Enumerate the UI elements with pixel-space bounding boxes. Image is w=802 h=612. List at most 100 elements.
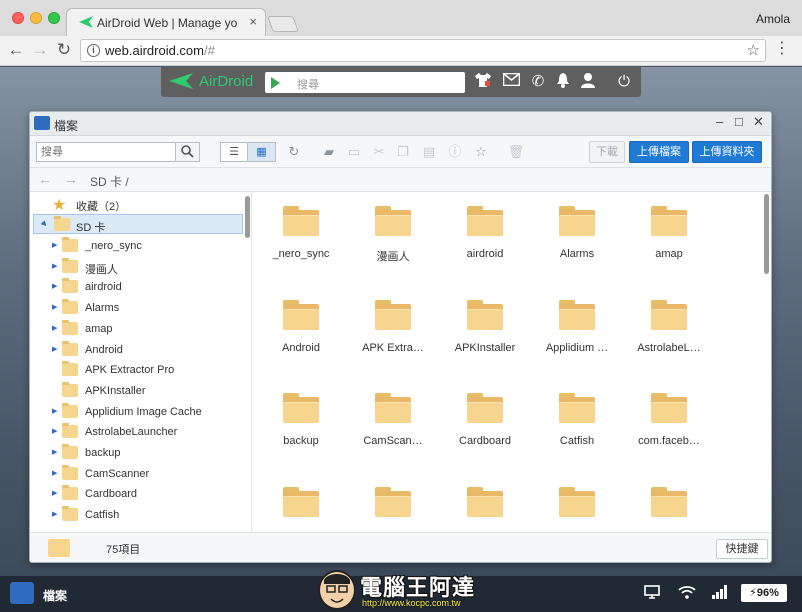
folder-item[interactable]: com.faceb… [623,379,715,459]
folder-item[interactable] [623,473,715,533]
expand-arrow-icon[interactable]: ▶ [52,241,57,249]
upload-file-button[interactable]: 上傳檔案 [629,141,689,163]
folder-item[interactable]: Cardboard [439,379,531,459]
rename-icon[interactable]: ▭ [345,143,363,161]
collapse-arrow-icon[interactable]: ▶ [40,219,49,229]
sidebar-folder-item[interactable]: ▶ Alarms [30,298,250,318]
minimize-window-button[interactable] [30,12,42,24]
sidebar-folder-item[interactable]: APK Extractor Pro [30,360,250,380]
app-search-input[interactable]: 搜尋 [265,72,465,93]
address-bar[interactable]: i web.airdroid.com/# ☆ [80,39,766,62]
sidebar-folder-item[interactable]: ▶ Applidium Image Cache [30,402,250,422]
cut-icon[interactable]: ✂ [370,143,388,161]
bell-icon[interactable] [554,73,572,93]
folder-item[interactable] [347,473,439,533]
signal-icon [712,585,728,602]
back-icon[interactable]: ← [6,40,26,60]
search-icon[interactable] [175,143,199,161]
expand-arrow-icon[interactable]: ▶ [52,427,57,435]
info-icon[interactable]: i [87,44,100,57]
reload-icon[interactable]: ↻ [54,40,74,60]
files-taskbar-icon[interactable] [10,582,34,604]
sidebar-folder-item[interactable]: APKInstaller [30,381,250,401]
folder-item[interactable]: APK Extra… [347,286,439,366]
delete-icon[interactable]: 🗑 [507,143,525,161]
minimize-icon[interactable]: – [716,114,723,129]
favorite-star-icon[interactable]: ☆ [472,143,490,161]
menu-icon[interactable]: ⋮ [774,41,790,57]
folder-item[interactable]: airdroid [439,192,531,272]
refresh-icon[interactable]: ↻ [285,143,303,161]
tab-close-icon[interactable]: × [249,14,257,29]
sidebar-folder-item[interactable]: ▶ backup [30,443,250,463]
list-view-icon[interactable]: ☰ [221,143,248,161]
upload-folder-button[interactable]: 上傳資料夾 [692,141,762,163]
grid-scrollbar[interactable] [764,194,769,274]
folder-item[interactable]: CamScan… [347,379,439,459]
sidebar-folder-item[interactable]: ▶ 漫画人 [30,257,250,277]
sidebar-folder-item[interactable]: ▶ _nero_sync [30,236,250,256]
profile-name[interactable]: Amola [756,12,790,26]
folder-item[interactable]: amap [623,192,715,272]
file-manager-titlebar[interactable]: 檔案 – □ ✕ [30,112,771,136]
close-window-button[interactable] [12,12,24,24]
info-circle-icon[interactable]: ⓘ [446,143,464,161]
folder-item[interactable]: AstrolabeL… [623,286,715,366]
copy-icon[interactable]: ❐ [394,143,412,161]
sidebar-folder-item[interactable]: ▶ Android [30,340,250,360]
folder-item[interactable]: APKInstaller [439,286,531,366]
close-icon[interactable]: ✕ [753,114,764,130]
expand-arrow-icon[interactable]: ▶ [52,345,57,353]
sidebar-folder-item[interactable]: ▶ AstrolabeLauncher [30,422,250,442]
sidebar-scrollbar[interactable] [245,196,250,238]
folder-item[interactable]: _nero_sync [255,192,347,272]
folder-item[interactable]: Alarms [531,192,623,272]
folder-item[interactable] [531,473,623,533]
file-search-input[interactable] [37,143,173,161]
expand-arrow-icon[interactable]: ▶ [52,324,57,332]
mail-icon[interactable] [502,72,520,91]
folder-item[interactable]: Android [255,286,347,366]
screen-icon[interactable] [644,585,660,602]
tree-sd-card[interactable]: ▶ SD 卡 [33,214,243,234]
bookmark-star-icon[interactable]: ☆ [747,41,760,59]
expand-arrow-icon[interactable]: ▶ [52,510,57,518]
new-tab-button[interactable] [267,16,299,32]
tree-favorites[interactable]: ★ 收藏（2） [30,194,250,214]
forward-icon[interactable]: → [30,40,50,60]
expand-arrow-icon[interactable]: ▶ [52,282,57,290]
expand-arrow-icon[interactable]: ▶ [52,469,57,477]
expand-arrow-icon[interactable]: ▶ [52,448,57,456]
folder-item[interactable]: 漫画人 [347,192,439,272]
expand-arrow-icon[interactable]: ▶ [52,262,57,270]
paste-icon[interactable]: ▤ [420,143,438,161]
sidebar-folder-item[interactable]: ▶ Catfish [30,505,250,525]
folder-item[interactable] [439,473,531,533]
folder-item[interactable]: Catfish [531,379,623,459]
expand-arrow-icon[interactable]: ▶ [52,303,57,311]
maximize-window-button[interactable] [48,12,60,24]
taskbar-app-label[interactable]: 檔案 [43,587,67,604]
tshirt-icon[interactable] [474,73,492,92]
browser-tab[interactable]: AirDroid Web | Manage your p × [66,8,266,36]
new-folder-icon[interactable]: ▰ [320,143,338,161]
expand-arrow-icon[interactable]: ▶ [52,489,57,497]
maximize-icon[interactable]: □ [735,114,743,129]
sidebar-folder-item[interactable]: ▶ airdroid [30,277,250,297]
phone-icon[interactable]: ✆ [529,73,547,91]
sidebar-folder-item[interactable]: ▶ amap [30,319,250,339]
sidebar-folder-item[interactable]: ▶ Cardboard [30,484,250,504]
download-button[interactable]: 下載 [589,141,625,163]
expand-arrow-icon[interactable]: ▶ [52,407,57,415]
path-back-icon[interactable]: ← [38,171,52,187]
folder-item[interactable] [255,473,347,533]
path-forward-icon[interactable]: → [64,171,78,187]
folder-item[interactable]: Applidium … [531,286,623,366]
folder-item[interactable]: backup [255,379,347,459]
power-icon[interactable]: ⏻ [615,73,633,91]
user-icon[interactable] [579,73,597,93]
shortcuts-button[interactable]: 快捷鍵 [716,539,768,559]
grid-view-icon[interactable]: ▦ [248,143,275,161]
breadcrumb[interactable]: SD 卡 / [90,173,129,190]
sidebar-folder-item[interactable]: ▶ CamScanner [30,464,250,484]
